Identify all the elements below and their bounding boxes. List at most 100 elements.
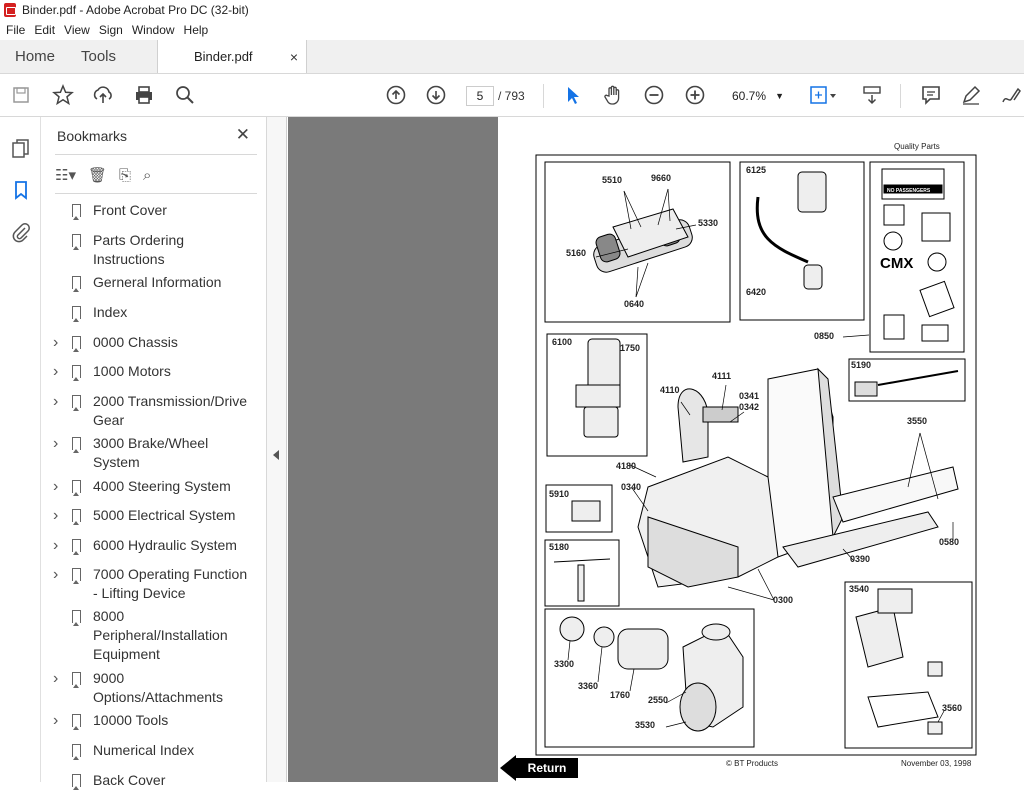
print-icon[interactable] xyxy=(133,84,155,106)
part-number-callout: 5190 xyxy=(851,360,872,370)
bookmark-icon xyxy=(72,336,81,352)
page-thumbnails-icon[interactable] xyxy=(10,137,32,159)
menu-sign[interactable]: Sign xyxy=(99,23,123,37)
return-button[interactable]: Return xyxy=(500,755,580,781)
bookmark-icon xyxy=(72,306,81,322)
delete-bookmark-icon[interactable]: 🗑 xyxy=(88,166,107,184)
zoom-in-icon[interactable] xyxy=(684,84,706,106)
scroll-mode-icon[interactable] xyxy=(861,84,883,106)
part-number-callout: 0850 xyxy=(814,331,835,341)
page-footer-left: © BT Products xyxy=(726,759,778,768)
pen-icon[interactable] xyxy=(960,84,982,106)
part-number-callout: 3360 xyxy=(578,681,599,691)
part-number-callout: 4110 xyxy=(660,385,680,395)
chevron-right-icon[interactable]: › xyxy=(53,669,58,688)
bookmarks-toolbar: ☷▾ 🗑 ⎘ ⌕ xyxy=(55,163,163,187)
tab-document[interactable]: Binder.pdf × xyxy=(157,40,307,73)
chevron-right-icon[interactable]: › xyxy=(53,536,58,555)
chevron-right-icon[interactable]: › xyxy=(53,434,58,453)
bookmark-label: 5000 Electrical System xyxy=(93,507,236,523)
part-number-callout: 6100 xyxy=(552,337,573,347)
menu-help[interactable]: Help xyxy=(184,23,209,37)
sign-icon[interactable] xyxy=(1000,84,1022,106)
tab-home[interactable]: Home xyxy=(0,40,67,73)
next-page-icon[interactable] xyxy=(425,84,447,106)
upload-icon[interactable] xyxy=(92,84,114,106)
options-menu-icon[interactable]: ☷▾ xyxy=(55,166,76,184)
select-arrow-icon[interactable] xyxy=(562,84,584,106)
tab-tools[interactable]: Tools xyxy=(67,40,157,73)
part-number-callout: 4111 xyxy=(712,371,732,381)
attachments-icon[interactable] xyxy=(10,221,32,243)
chevron-right-icon[interactable]: › xyxy=(53,392,58,411)
part-number-callout: 3300 xyxy=(554,659,575,669)
save-icon[interactable] xyxy=(10,84,32,106)
part-number-callout: 5910 xyxy=(549,489,570,499)
bookmark-label: 0000 Chassis xyxy=(93,334,178,350)
collapse-arrow-icon[interactable] xyxy=(273,450,279,460)
panel-collapse-gutter[interactable] xyxy=(267,117,287,782)
star-icon[interactable] xyxy=(52,84,74,106)
bookmark-icon xyxy=(72,365,81,381)
part-number-callout: 6420 xyxy=(746,287,767,297)
menu-view[interactable]: View xyxy=(64,23,90,37)
comment-icon[interactable] xyxy=(920,84,942,106)
chevron-right-icon[interactable]: › xyxy=(53,477,58,496)
part-number-callout: 3530 xyxy=(635,720,656,730)
bookmark-label: 9000 Options/Attachments xyxy=(93,670,223,705)
part-number-callout: 0300 xyxy=(773,595,794,605)
chevron-right-icon[interactable]: › xyxy=(53,506,58,525)
hand-icon[interactable] xyxy=(602,84,624,106)
menu-bar: File Edit View Sign Window Help xyxy=(0,20,1024,40)
chevron-right-icon[interactable]: › xyxy=(53,362,58,381)
part-number-callout: 9660 xyxy=(651,173,672,183)
parts-diagram: CMX NO PASSENGERS xyxy=(535,154,977,756)
bookmark-icon xyxy=(72,672,81,688)
zoom-level-value: 60.7% xyxy=(732,89,767,103)
bookmark-label: Parts Ordering Instructions xyxy=(93,232,185,267)
tab-close-icon[interactable]: × xyxy=(290,49,298,65)
zoom-out-icon[interactable] xyxy=(643,84,665,106)
fit-page-icon[interactable] xyxy=(808,84,838,106)
document-viewer[interactable]: Quality Parts CMX NO PASSENGERS 5510 966… xyxy=(288,117,1024,782)
bookmark-search-icon[interactable]: ⌕ xyxy=(143,167,151,184)
bookmark-icon xyxy=(72,276,81,292)
part-number-callout: 1760 xyxy=(610,690,631,700)
new-bookmark-icon[interactable]: ⎘ xyxy=(119,167,131,184)
navigation-rail xyxy=(0,117,41,782)
search-icon[interactable] xyxy=(174,84,196,106)
bookmarks-icon[interactable] xyxy=(10,179,32,201)
window-title: Binder.pdf - Adobe Acrobat Pro DC (32-bi… xyxy=(22,3,249,17)
bookmark-icon xyxy=(72,774,81,790)
bookmark-label: Numerical Index xyxy=(93,742,195,758)
bookmark-icon xyxy=(72,480,81,496)
bookmark-icon xyxy=(72,568,81,584)
bookmarks-panel: Bookmarks ✕ ☷▾ 🗑 ⎘ ⌕ Front Cover Parts Or… xyxy=(41,117,304,790)
bookmark-label: Index xyxy=(93,304,128,320)
chevron-right-icon[interactable]: › xyxy=(53,711,58,730)
part-number-callout: 5160 xyxy=(566,248,587,258)
menu-edit[interactable]: Edit xyxy=(34,23,55,37)
part-number-callout: 0390 xyxy=(850,554,871,564)
bookmark-icon xyxy=(72,204,81,220)
chevron-right-icon[interactable]: › xyxy=(53,565,58,584)
bookmark-label: 3000 Brake/Wheel System xyxy=(93,435,209,470)
prev-page-icon[interactable] xyxy=(385,84,407,106)
tab-document-label: Binder.pdf xyxy=(194,49,253,64)
close-icon[interactable]: ✕ xyxy=(236,125,250,145)
part-number-callout: 3550 xyxy=(907,416,928,426)
page-total: / 793 xyxy=(498,89,525,103)
menu-file[interactable]: File xyxy=(6,23,25,37)
bookmark-label: 7000 Operating Function - Lifting Device xyxy=(93,566,248,601)
part-number-callout: 5330 xyxy=(698,218,719,228)
window-titlebar: Binder.pdf - Adobe Acrobat Pro DC (32-bi… xyxy=(0,0,1024,20)
bookmark-label: 10000 Tools xyxy=(93,712,169,728)
chevron-right-icon[interactable]: › xyxy=(53,333,58,352)
current-page-input[interactable]: 5 xyxy=(466,86,494,106)
zoom-level-dropdown[interactable]: 60.7% ▼ xyxy=(722,85,788,107)
toolbar-separator xyxy=(900,84,901,108)
return-button-label: Return xyxy=(516,758,578,778)
bookmark-label: 4000 Steering System xyxy=(93,478,231,494)
bookmark-icon xyxy=(72,610,81,626)
menu-window[interactable]: Window xyxy=(132,23,175,37)
